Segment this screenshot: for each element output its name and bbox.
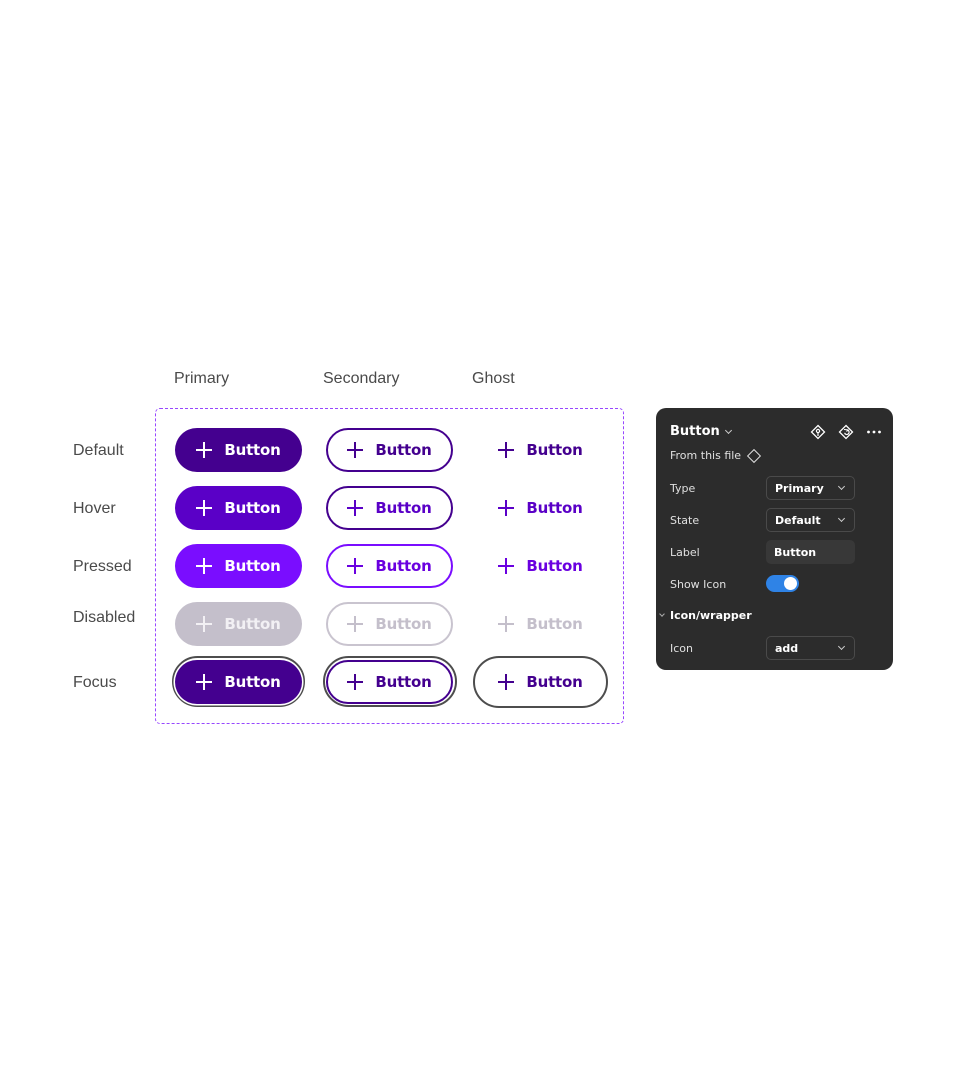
type-value: Primary (775, 481, 824, 495)
button-secondary-disabled: Button (326, 602, 453, 646)
column-label-ghost: Ghost (472, 370, 515, 387)
show-icon-toggle[interactable] (766, 575, 799, 592)
plus-icon (347, 616, 364, 632)
button-ghost-focus[interactable]: Button (473, 656, 608, 708)
button-label: Button (375, 499, 432, 517)
component-name: Button (670, 424, 720, 439)
chevron-down-icon (837, 482, 846, 491)
button-label: Button (375, 615, 432, 633)
button-label: Button (375, 673, 432, 691)
plus-icon (498, 616, 515, 632)
button-label: Button (526, 615, 583, 633)
type-label: Type (670, 482, 696, 495)
button-primary-default[interactable]: Button (175, 428, 302, 472)
show-icon-label: Show Icon (670, 578, 727, 591)
component-diamond-icon (747, 448, 762, 463)
state-value: Default (775, 513, 821, 527)
button-label: Button (526, 499, 583, 517)
chevron-down-icon (837, 514, 846, 523)
row-label-default: Default (73, 442, 124, 459)
button-ghost-disabled: Button (477, 602, 604, 646)
plus-icon (196, 674, 213, 690)
row-label-disabled: Disabled (73, 609, 136, 626)
label-label: Label (670, 546, 700, 559)
plus-icon (347, 500, 364, 516)
icon-value: add (775, 641, 799, 655)
plus-icon (498, 558, 515, 574)
go-to-main-component-icon[interactable] (810, 424, 826, 440)
chevron-down-icon (837, 642, 846, 651)
button-ghost-default[interactable]: Button (477, 428, 604, 472)
button-primary-hover[interactable]: Button (175, 486, 302, 530)
plus-icon (196, 616, 213, 632)
state-select[interactable]: Default (766, 508, 855, 532)
section-title: Icon/wrapper (670, 609, 752, 622)
row-label-hover: Hover (73, 500, 116, 517)
icon-select[interactable]: add (766, 636, 855, 660)
chevron-down-icon (724, 426, 732, 434)
button-label: Button (224, 615, 281, 633)
column-label-primary: Primary (174, 370, 230, 387)
source-text: From this file (670, 449, 742, 462)
icon-wrapper-section[interactable]: Icon/wrapper (659, 609, 752, 622)
button-label: Button (224, 557, 281, 575)
plus-icon (498, 442, 515, 458)
button-secondary-hover[interactable]: Button (326, 486, 453, 530)
button-label: Button (375, 441, 432, 459)
label-input[interactable]: Button (766, 540, 855, 564)
state-label: State (670, 514, 700, 527)
button-label: Button (224, 441, 281, 459)
button-primary-focus[interactable]: Button (175, 660, 302, 704)
plus-icon (347, 674, 364, 690)
source-label: From this file (670, 448, 762, 463)
more-icon[interactable] (866, 424, 882, 440)
button-primary-pressed[interactable]: Button (175, 544, 302, 588)
plus-icon (498, 674, 515, 690)
button-label: Button (375, 557, 432, 575)
button-primary-disabled: Button (175, 602, 302, 646)
button-label: Button (526, 673, 583, 691)
toggle-knob (784, 577, 797, 590)
button-label: Button (526, 557, 583, 575)
plus-icon (347, 442, 364, 458)
row-label-focus: Focus (73, 674, 117, 691)
icon-label: Icon (670, 642, 693, 655)
button-ghost-pressed[interactable]: Button (477, 544, 604, 588)
properties-panel: Button From this file Type Primary State… (656, 408, 893, 670)
button-secondary-default[interactable]: Button (326, 428, 453, 472)
button-label: Button (224, 673, 281, 691)
plus-icon (498, 500, 515, 516)
button-label: Button (224, 499, 281, 517)
type-select[interactable]: Primary (766, 476, 855, 500)
component-name-dropdown[interactable]: Button (670, 424, 732, 439)
plus-icon (347, 558, 364, 574)
reset-icon[interactable] (838, 424, 854, 440)
row-label-pressed: Pressed (73, 558, 132, 575)
plus-icon (196, 558, 213, 574)
button-label: Button (526, 441, 583, 459)
plus-icon (196, 500, 213, 516)
column-label-secondary: Secondary (323, 370, 400, 387)
button-ghost-hover[interactable]: Button (477, 486, 604, 530)
button-secondary-focus[interactable]: Button (326, 660, 453, 704)
plus-icon (196, 442, 213, 458)
button-secondary-pressed[interactable]: Button (326, 544, 453, 588)
chevron-down-icon (659, 611, 665, 617)
